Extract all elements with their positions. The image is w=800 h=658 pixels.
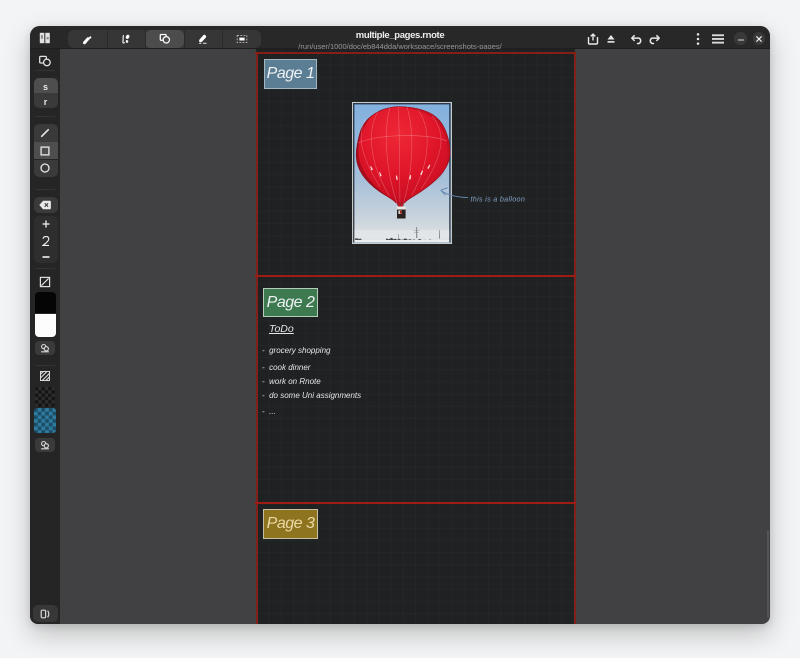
svg-text:this is a balloon: this is a balloon (471, 195, 526, 204)
